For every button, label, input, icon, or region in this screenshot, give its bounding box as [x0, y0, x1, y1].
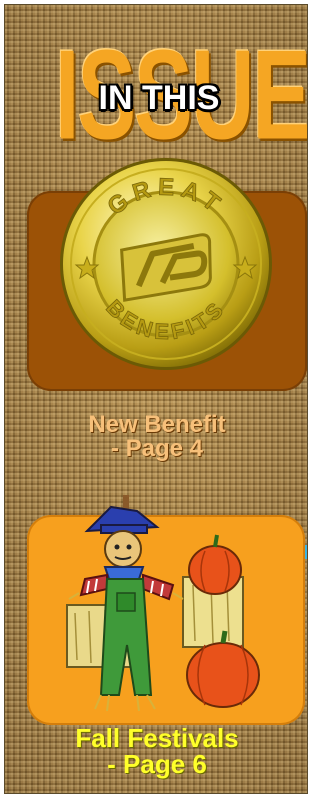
fall-festivals-link[interactable]: Fall Festivals - Page 6 — [5, 723, 307, 779]
accent-mark — [305, 545, 307, 559]
new-benefit-link[interactable]: New Benefit - Page 4 — [5, 411, 307, 462]
fall-festivals-page: - Page 6 — [107, 749, 207, 779]
fall-festivals-title: Fall Festivals — [75, 723, 239, 753]
new-benefit-title: New Benefit — [88, 411, 226, 438]
in-this-words: IN THIS — [98, 79, 220, 117]
scarecrow-with-pumpkins-icon[interactable] — [65, 495, 265, 735]
new-benefit-page: - Page 4 — [110, 435, 204, 462]
in-this-issue-heading: ISSUE IN THIS — [5, 5, 307, 165]
newsletter-sidebar: ISSUE IN THIS GREAT BENEFITS New Benefit… — [4, 4, 308, 794]
great-benefits-coin-icon[interactable]: GREAT BENEFITS — [57, 155, 275, 373]
